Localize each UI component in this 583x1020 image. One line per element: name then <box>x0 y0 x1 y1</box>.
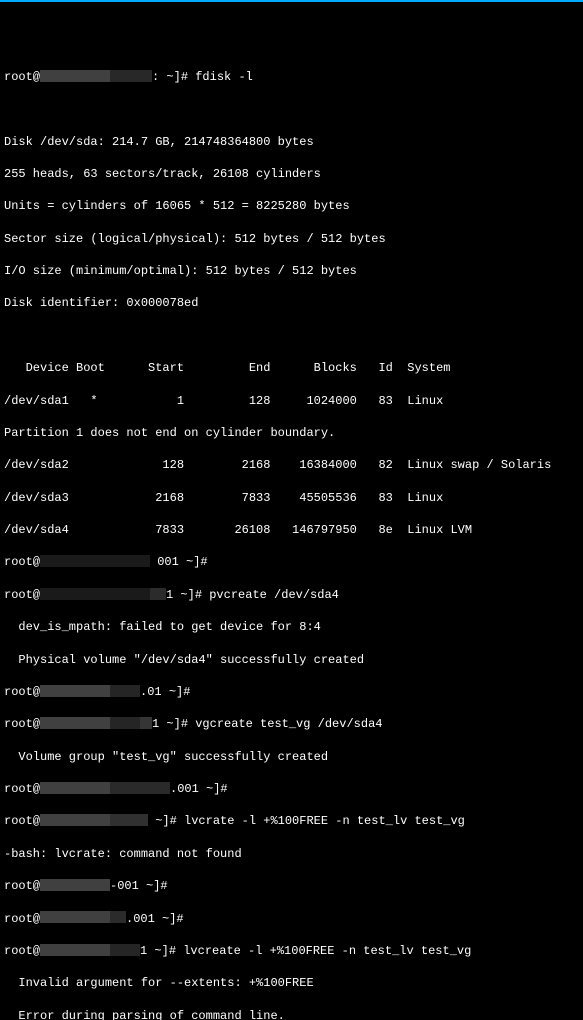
partition-row: /dev/sda2 128 2168 16384000 82 Linux swa… <box>4 457 579 473</box>
prompt-prefix: root@ <box>4 717 40 731</box>
prompt-line[interactable]: root@ .01 ~]# <box>4 684 579 700</box>
prompt-line[interactable]: root@ : ~]# fdisk -l <box>4 69 579 85</box>
prompt-line[interactable]: root@ .001 ~]# <box>4 911 579 927</box>
command-text: fdisk -l <box>195 70 253 84</box>
blank-line <box>4 101 579 117</box>
partition-row: /dev/sda4 7833 26108 146797950 8e Linux … <box>4 522 579 538</box>
redacted-host <box>40 555 150 567</box>
prompt-tail: 1 ~]# <box>152 717 195 731</box>
output-pvok: Physical volume "/dev/sda4" successfully… <box>4 652 579 668</box>
prompt-prefix: root@ <box>4 814 40 828</box>
output-invalid-extents: Invalid argument for --extents: +%100FRE… <box>4 975 579 991</box>
redacted-host <box>110 944 140 956</box>
redacted-host <box>40 911 110 923</box>
redacted-host <box>110 717 140 729</box>
redacted-host <box>110 782 170 794</box>
fdisk-units: Units = cylinders of 16065 * 512 = 82252… <box>4 198 579 214</box>
prompt-suffix: 1 ~]# <box>166 588 209 602</box>
redacted-host <box>110 70 152 82</box>
partition-row: /dev/sda1 * 1 128 1024000 83 Linux <box>4 393 579 409</box>
prompt-line[interactable]: root@ .001 ~]# <box>4 781 579 797</box>
redacted-host <box>40 70 110 82</box>
redacted-host <box>40 685 110 697</box>
prompt-suffix: .001 ~]# <box>170 782 228 796</box>
prompt-line[interactable]: root@ 1 ~]# vgcreate test_vg /dev/sda4 <box>4 716 579 732</box>
command-text: lvcreate -l +%100FREE -n test_lv test_vg <box>183 944 471 958</box>
prompt-prefix: root@ <box>4 685 40 699</box>
prompt-suffix: .01 ~]# <box>140 685 190 699</box>
prompt-line[interactable]: root@ ~]# lvcrate -l +%100FREE -n test_l… <box>4 813 579 829</box>
prompt-tail: ~]# <box>148 814 184 828</box>
prompt-prefix: root@ <box>4 944 40 958</box>
prompt-tail: -001 ~]# <box>110 879 175 893</box>
redacted-host <box>140 717 152 729</box>
fdisk-sector: Sector size (logical/physical): 512 byte… <box>4 231 579 247</box>
command-text: pvcreate /dev/sda4 <box>209 588 339 602</box>
redacted-host <box>40 879 110 891</box>
output-mpath: dev_is_mpath: failed to get device for 8… <box>4 619 579 635</box>
prompt-prefix: root@ <box>4 782 40 796</box>
fdisk-heads: 255 heads, 63 sectors/track, 26108 cylin… <box>4 166 579 182</box>
redacted-host <box>40 717 110 729</box>
prompt-suffix: .001 ~]# <box>126 912 184 926</box>
output-vgok: Volume group "test_vg" successfully crea… <box>4 749 579 765</box>
prompt-prefix: root@ <box>4 588 40 602</box>
redacted-host <box>40 588 150 600</box>
command-text: vgcreate test_vg /dev/sda4 <box>195 717 382 731</box>
output-bash-notfound: -bash: lvcrate: command not found <box>4 846 579 862</box>
redacted-host <box>110 685 140 697</box>
partition-header: Device Boot Start End Blocks Id System <box>4 360 579 376</box>
fdisk-io: I/O size (minimum/optimal): 512 bytes / … <box>4 263 579 279</box>
prompt-prefix: root@ <box>4 912 40 926</box>
redacted-host <box>40 944 110 956</box>
fdisk-ident: Disk identifier: 0x000078ed <box>4 295 579 311</box>
output-parse-error: Error during parsing of command line. <box>4 1008 579 1020</box>
prompt-prefix: root@ <box>4 879 40 893</box>
prompt-suffix: 001 ~]# <box>157 555 207 569</box>
prompt-tail: 1 ~]# <box>140 944 183 958</box>
prompt-tail: : ~]# <box>152 70 195 84</box>
prompt-line[interactable]: root@ 1 ~]# lvcreate -l +%100FREE -n test… <box>4 943 579 959</box>
redacted-host <box>110 814 148 826</box>
partition-row: /dev/sda3 2168 7833 45505536 83 Linux <box>4 490 579 506</box>
partition-note: Partition 1 does not end on cylinder bou… <box>4 425 579 441</box>
redacted-host <box>40 782 110 794</box>
prompt-line[interactable]: root@ 1 ~]# pvcreate /dev/sda4 <box>4 587 579 603</box>
prompt-prefix: root@ <box>4 555 40 569</box>
redacted-host <box>150 588 166 600</box>
prompt-line[interactable]: root@ 001 ~]# <box>4 554 579 570</box>
prompt-line[interactable]: root@ -001 ~]# <box>4 878 579 894</box>
fdisk-disk: Disk /dev/sda: 214.7 GB, 214748364800 by… <box>4 134 579 150</box>
redacted-host <box>40 814 110 826</box>
prompt-prefix: root@ <box>4 70 40 84</box>
redacted-host <box>110 911 126 923</box>
command-text: lvcrate -l +%100FREE -n test_lv test_vg <box>184 814 465 828</box>
blank-line <box>4 328 579 344</box>
